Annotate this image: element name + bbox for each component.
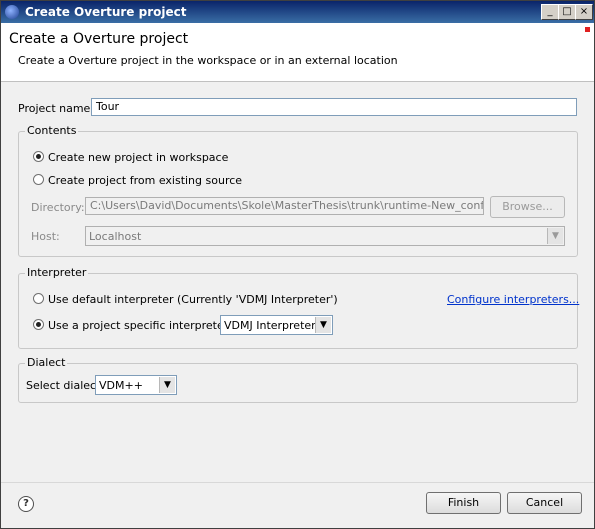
chevron-down-icon: ▼ — [159, 377, 175, 393]
contents-legend: Contents — [25, 124, 79, 137]
dialog-window: Create Overture project _ □ × Create a O… — [0, 0, 595, 529]
dialect-select[interactable]: VDM++ ▼ — [95, 375, 177, 395]
dialect-value: VDM++ — [99, 379, 143, 392]
create-new-radio[interactable] — [33, 151, 44, 162]
default-interpreter-radio[interactable] — [33, 293, 44, 304]
chevron-down-icon: ▼ — [315, 317, 331, 333]
directory-label: Directory: — [31, 201, 85, 214]
create-new-label[interactable]: Create new project in workspace — [48, 151, 228, 164]
default-interpreter-label[interactable]: Use default interpreter (Currently 'VDMJ… — [48, 293, 338, 306]
interpreter-legend: Interpreter — [25, 266, 89, 279]
chevron-down-icon: ▼ — [547, 228, 563, 244]
title-bar: Create Overture project _ □ × — [1, 1, 594, 23]
minimize-button[interactable]: _ — [541, 4, 559, 20]
interpreter-group: Interpreter — [18, 266, 578, 349]
maximize-button[interactable]: □ — [558, 4, 576, 20]
window-title: Create Overture project — [25, 5, 187, 19]
specific-interpreter-label[interactable]: Use a project specific interpreter: — [48, 319, 232, 332]
existing-source-radio[interactable] — [33, 174, 44, 185]
help-icon[interactable]: ? — [18, 496, 34, 512]
dialect-label: Select dialect — [26, 379, 101, 392]
wizard-header: Create a Overture project Create a Overt… — [1, 23, 594, 82]
project-name-input[interactable]: Tour — [91, 98, 577, 116]
interpreter-select[interactable]: VDMJ Interpreter ▼ — [220, 315, 333, 335]
banner-marker — [585, 27, 590, 32]
footer-separator — [1, 482, 594, 483]
configure-interpreters-link[interactable]: Configure interpreters... — [447, 293, 579, 306]
existing-source-label[interactable]: Create project from existing source — [48, 174, 242, 187]
wizard-description: Create a Overture project in the workspa… — [18, 54, 398, 67]
close-button[interactable]: × — [575, 4, 593, 20]
interpreter-value: VDMJ Interpreter — [224, 319, 316, 332]
directory-input[interactable]: C:\Users\David\Documents\Skole\MasterThe… — [85, 197, 484, 215]
specific-interpreter-radio[interactable] — [33, 319, 44, 330]
dialect-legend: Dialect — [25, 356, 68, 369]
wizard-title: Create a Overture project — [9, 31, 189, 47]
finish-button[interactable]: Finish — [426, 492, 501, 514]
host-value: Localhost — [89, 230, 142, 243]
eclipse-icon — [5, 5, 19, 19]
cancel-button[interactable]: Cancel — [507, 492, 582, 514]
browse-button[interactable]: Browse... — [490, 196, 565, 218]
host-select[interactable]: Localhost ▼ — [85, 226, 565, 246]
host-label: Host: — [31, 230, 60, 243]
project-name-label: Project name: — [18, 102, 95, 115]
